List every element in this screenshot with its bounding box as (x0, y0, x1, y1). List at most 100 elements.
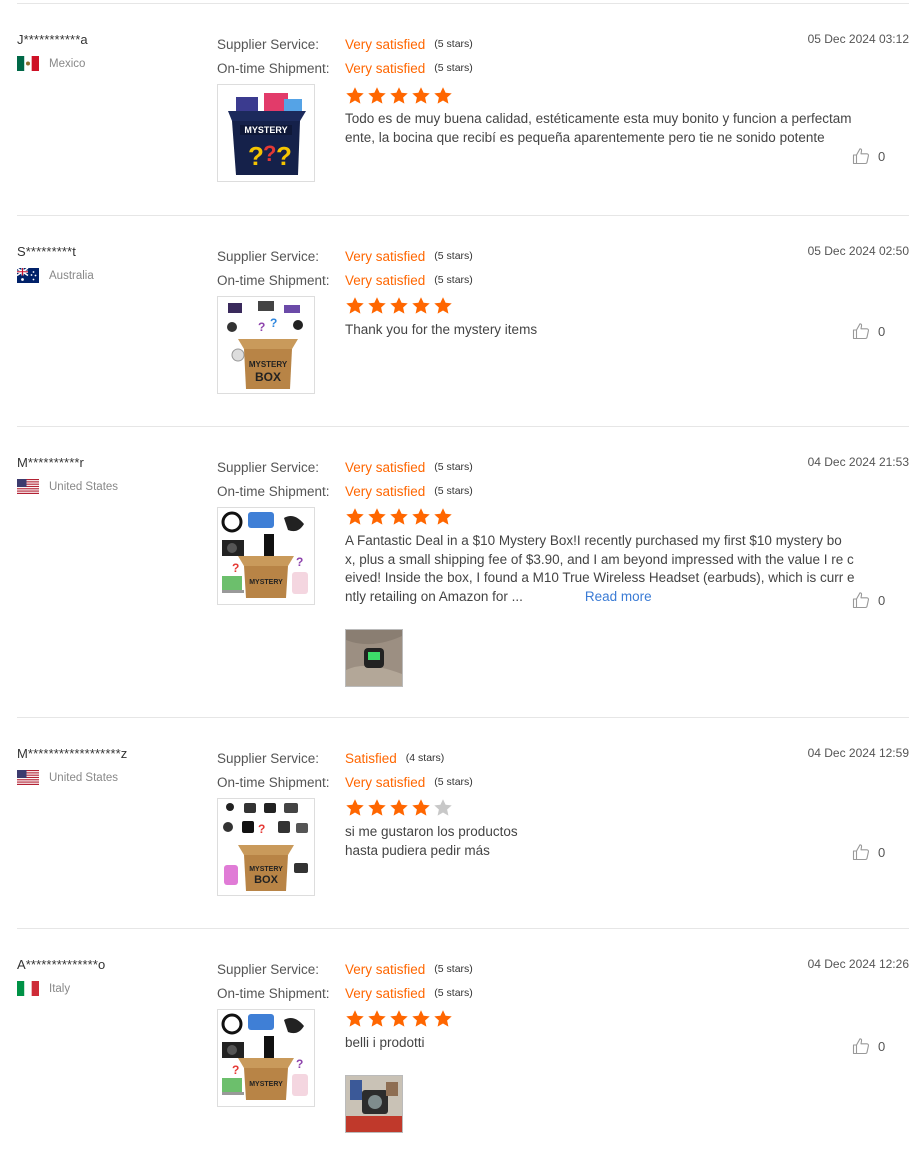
star-filled-icon (346, 799, 364, 816)
star-filled-icon (412, 1010, 430, 1027)
star-rating (345, 507, 453, 527)
review-item: S*********t Australia Supplier Service: … (0, 224, 923, 424)
ontime-shipment-stars: (5 stars) (434, 987, 473, 999)
svg-text:?: ? (296, 1057, 303, 1071)
like-button[interactable]: 0 (852, 147, 885, 165)
italy-flag-icon (17, 981, 39, 996)
star-filled-icon (412, 799, 430, 816)
ontime-shipment-value: Very satisfied (345, 483, 426, 499)
ratings-summary: Supplier Service: Satisfied (4 stars) On… (217, 746, 473, 794)
reviewer-name: J***********a (17, 32, 88, 47)
svg-text:MYSTERY: MYSTERY (249, 360, 288, 369)
star-filled-icon (346, 508, 364, 525)
country-label: United States (49, 771, 119, 784)
review-divider (17, 215, 909, 216)
ontime-shipment-stars: (5 stars) (434, 485, 473, 497)
svg-text:?: ? (232, 561, 239, 575)
country-label: Mexico (49, 57, 86, 70)
mystery-box-dark-image[interactable]: MYSTERY ? ? ? (217, 84, 315, 182)
supplier-service-label: Supplier Service: (217, 961, 320, 977)
star-filled-icon (346, 1010, 364, 1027)
review-item: J***********a Mexico Supplier Service: V… (0, 12, 923, 216)
like-count: 0 (878, 592, 886, 608)
svg-text:?: ? (276, 141, 292, 171)
review-item: M**********r United States Supplier Serv… (0, 435, 923, 717)
review-text: Todo es de muy buena calidad, estéticame… (345, 111, 852, 145)
united-states-flag-icon (17, 770, 39, 785)
review-item: M******************z United States Suppl… (0, 726, 923, 926)
review-text: A Fantastic Deal in a $10 Mystery Box!I … (345, 532, 855, 606)
review-text: belli i prodotti (345, 1035, 425, 1050)
star-filled-icon (390, 799, 408, 816)
buyer-photo-earbuds-image[interactable] (345, 629, 403, 687)
like-count: 0 (878, 844, 886, 860)
star-filled-icon (434, 508, 452, 525)
svg-text:?: ? (263, 141, 276, 166)
like-button[interactable]: 0 (852, 843, 885, 861)
like-button[interactable]: 0 (852, 1037, 885, 1055)
like-button[interactable]: 0 (852, 322, 885, 340)
mystery-box-earbuds-image[interactable]: ? MYSTERY BOX (217, 798, 315, 896)
reviewer-name: M**********r (17, 455, 84, 470)
star-rating (345, 798, 453, 818)
star-filled-icon (390, 87, 408, 104)
read-more-link[interactable]: Read more (585, 589, 652, 604)
ontime-shipment-value: Very satisfied (345, 272, 426, 288)
review-text-line: si me gustaron los productos (345, 824, 518, 839)
svg-text:?: ? (258, 822, 265, 836)
svg-text:MYSTERY: MYSTERY (249, 866, 283, 873)
mystery-box-kraft-image[interactable]: ? ? MYSTERY BOX (217, 296, 315, 394)
ontime-shipment-stars: (5 stars) (434, 274, 473, 286)
supplier-service-value: Very satisfied (345, 248, 426, 264)
review-text: si me gustaron los productos hasta pudie… (345, 823, 855, 860)
thumbs-up-icon (852, 148, 870, 165)
supplier-service-value: Satisfied (345, 750, 397, 766)
ontime-shipment-stars: (5 stars) (434, 62, 473, 74)
star-filled-icon (368, 87, 386, 104)
supplier-service-stars: (5 stars) (434, 38, 473, 50)
review-item: A**************o Italy Supplier Service:… (0, 937, 923, 1158)
star-filled-icon (368, 508, 386, 525)
svg-text:?: ? (296, 555, 303, 569)
supplier-service-label: Supplier Service: (217, 750, 320, 766)
svg-text:MYSTERY: MYSTERY (244, 125, 287, 135)
ontime-shipment-stars: (5 stars) (434, 776, 473, 788)
like-count: 0 (878, 148, 886, 164)
svg-text:?: ? (248, 141, 264, 171)
star-rating (345, 1009, 453, 1029)
country-label: Australia (49, 269, 94, 282)
review-divider (17, 426, 909, 427)
supplier-service-stars: (5 stars) (434, 250, 473, 262)
svg-text:MYSTERY: MYSTERY (249, 579, 283, 586)
ontime-shipment-label: On-time Shipment: (217, 483, 330, 499)
buyer-photo-gadget-image[interactable] (345, 1075, 403, 1133)
svg-text:?: ? (270, 316, 277, 330)
supplier-service-label: Supplier Service: (217, 36, 320, 52)
united-states-flag-icon (17, 479, 39, 494)
star-filled-icon (346, 87, 364, 104)
star-filled-icon (346, 297, 364, 314)
reviewer-country: Mexico (17, 56, 85, 71)
country-label: Italy (49, 982, 71, 995)
star-filled-icon (368, 799, 386, 816)
like-count: 0 (878, 323, 886, 339)
supplier-service-stars: (5 stars) (434, 461, 473, 473)
mystery-box-electronics-image[interactable]: MYSTERY ? ? (217, 507, 315, 605)
review-text-line: hasta pudiera pedir más (345, 842, 490, 858)
top-divider (17, 3, 909, 4)
star-filled-icon (434, 297, 452, 314)
supplier-service-label: Supplier Service: (217, 459, 320, 475)
like-button[interactable]: 0 (852, 591, 885, 609)
thumbs-up-icon (852, 592, 870, 609)
mystery-box-electronics-image[interactable]: MYSTERY ? ? (217, 1009, 315, 1107)
svg-text:?: ? (232, 1063, 239, 1077)
star-filled-icon (412, 87, 430, 104)
supplier-service-label: Supplier Service: (217, 248, 320, 264)
ontime-shipment-value: Very satisfied (345, 774, 426, 790)
review-date: 04 Dec 2024 21:53 (807, 455, 909, 469)
star-rating (345, 86, 453, 106)
supplier-service-stars: (4 stars) (405, 752, 445, 764)
star-rating (345, 296, 453, 316)
reviewer-country: United States (17, 479, 118, 494)
ratings-summary: Supplier Service: Very satisfied (5 star… (217, 957, 473, 1005)
